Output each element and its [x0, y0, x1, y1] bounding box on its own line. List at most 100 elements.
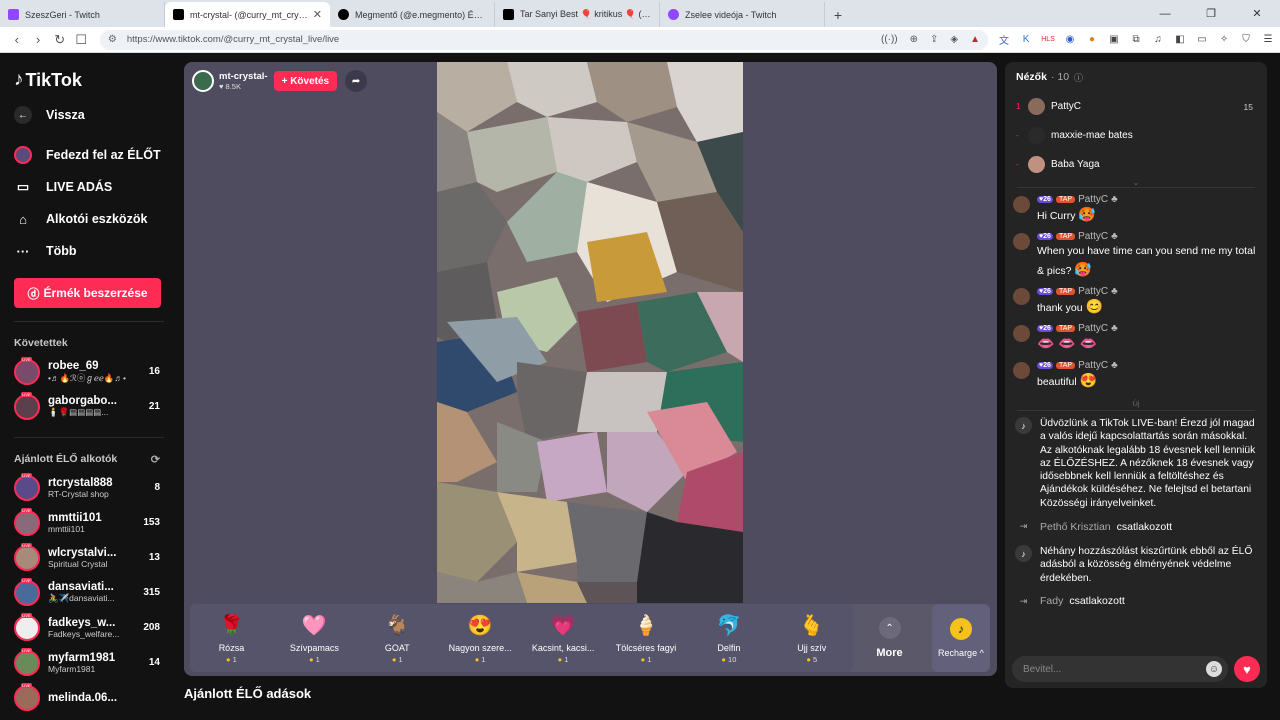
gift-item[interactable]: 💗 Kacsint, kacsi... ● 1 — [522, 604, 605, 672]
browser-tab-3[interactable]: Megmentő (@e.megmento) ÉLŐ adás — [330, 2, 495, 27]
gift-item[interactable]: 🌹 Rózsa ● 1 — [190, 604, 273, 672]
zoom-icon[interactable]: ⊕ — [910, 34, 918, 45]
reload-icon[interactable]: ↻ — [49, 32, 70, 48]
extension-icon[interactable]: K — [1020, 34, 1032, 46]
shield-icon[interactable]: ◈ — [950, 34, 958, 45]
join-username[interactable]: Pethő Krisztian — [1040, 521, 1111, 533]
viewer-row[interactable]: 1 PattyC 15 — [1005, 92, 1267, 121]
extension-icon[interactable]: ◉ — [1064, 34, 1076, 46]
chevron-down-icon[interactable]: ⌄ — [1005, 179, 1267, 187]
browser-tab-4[interactable]: Tar Sanyi Best 🎈 kritikus 🎈 (@szop — [495, 2, 660, 27]
warning-icon[interactable]: ▲ — [970, 34, 980, 45]
creator-row[interactable]: LIVE mmttii101 mmttii101 153 — [14, 505, 160, 540]
creator-name: fadkeys_w... — [48, 616, 116, 629]
viewer-name: Baba Yaga — [1051, 159, 1100, 170]
new-tab-button[interactable]: + — [825, 2, 851, 27]
creator-row[interactable]: LIVE wlcrystalvi... Spiritual Crystal 13 — [14, 540, 160, 575]
creator-row[interactable]: LIVE fadkeys_w... Fadkeys_welfare... 208 — [14, 610, 160, 645]
follow-button[interactable]: + Követés — [273, 71, 338, 91]
close-window-icon[interactable]: ✕ — [1234, 0, 1280, 27]
menu-icon[interactable]: ☰ — [1262, 34, 1274, 46]
forward-icon[interactable]: › — [27, 32, 48, 47]
chat-username[interactable]: PattyC — [1078, 231, 1108, 242]
share-icon[interactable]: ➦ — [345, 70, 368, 92]
music-icon[interactable]: ♫ — [1152, 34, 1164, 46]
gift-item[interactable]: 🩷 Szívpamacs ● 1 — [273, 604, 356, 672]
avatar[interactable] — [1013, 288, 1030, 305]
avatar: LIVE — [14, 391, 40, 420]
nav-creator-tools[interactable]: ⌂ Alkotói eszközök — [14, 203, 178, 235]
avatar[interactable] — [1013, 325, 1030, 342]
translate-icon[interactable]: 文 — [998, 34, 1010, 47]
chat-input[interactable]: Bevitel... ☺ — [1012, 656, 1228, 682]
avatar[interactable] — [1013, 233, 1030, 250]
join-username[interactable]: Fady — [1040, 595, 1063, 607]
bookmark-icon[interactable]: ☐ — [70, 32, 91, 48]
gift-item[interactable]: 😍 Nagyon szere... ● 1 — [439, 604, 522, 672]
creator-row[interactable]: LIVE melinda.06... — [14, 680, 160, 715]
nav-back[interactable]: ← Vissza — [14, 99, 178, 131]
recharge-button[interactable]: ♪ Recharge ^ — [931, 604, 990, 672]
live-player[interactable]: mt-crystal- ♥ 8.5K + Követés ➦ 🌹 Rózsa ● 1… — [184, 62, 997, 676]
gift-item[interactable]: 🍦 Tölcséres fagyi ● 1 — [605, 604, 688, 672]
avatar[interactable] — [1013, 196, 1030, 213]
extension-icon[interactable]: ⧉ — [1130, 34, 1142, 46]
gift-name: Nagyon szere... — [448, 642, 512, 653]
creator-row[interactable]: LIVE robee_69 •♬🔥ℛⓞℊℯℯ🔥♬• 16 — [14, 354, 160, 389]
minimize-icon[interactable]: — — [1142, 0, 1188, 27]
host-text: mt-crystal- ♥ 8.5K — [214, 71, 268, 91]
chat-username[interactable]: PattyC — [1078, 194, 1108, 205]
gift-icon: 🐐 — [384, 614, 410, 637]
browser-tab-2[interactable]: mt-crystal- (@curry_mt_crystal_live) ✕ — [165, 2, 330, 27]
tiktok-logo[interactable]: ♪ TikTok — [14, 69, 178, 91]
live-badge: LIVE — [21, 542, 32, 548]
viewer-rank: - — [1016, 160, 1019, 169]
url-field[interactable]: ⚙ https://www.tiktok.com/@curry_mt_cryst… — [99, 29, 989, 50]
video-camera-icon: ▭ — [16, 179, 30, 194]
back-icon[interactable]: ‹ — [6, 32, 27, 47]
creator-row[interactable]: LIVE gaborgabo... 🕯️🌹▤▤▤▤... 21 — [14, 389, 160, 424]
creator-name: melinda.06... — [48, 691, 118, 704]
get-coins-button[interactable]: ⓓ Érmék beszerzése — [14, 278, 161, 308]
avatar: LIVE — [14, 542, 40, 571]
emoji-icon[interactable]: ☺ — [1206, 661, 1222, 677]
ai-icon[interactable]: ✧ — [1218, 34, 1230, 46]
browser-tab-5[interactable]: Zselee videója - Twitch — [660, 2, 825, 27]
share-icon[interactable]: ⇪ — [930, 34, 938, 45]
creator-row[interactable]: LIVE rtcrystal888 RT-Crystal shop 8 — [14, 470, 160, 505]
chat-list: ♥26 TAP PattyC ♣ Hi Curry 🥵 ♥26 TAP PattyC ♣ When… — [1005, 194, 1267, 391]
extension-icon[interactable]: ▣ — [1108, 34, 1120, 46]
vpn-icon[interactable]: ⛉ — [1240, 34, 1252, 46]
heart-icon[interactable]: ♥ — [1234, 656, 1260, 682]
gift-item[interactable]: 🫰 Ujj szív ● 5 — [770, 604, 853, 672]
close-tab-icon[interactable]: ✕ — [313, 8, 322, 21]
live-video[interactable] — [437, 62, 743, 603]
sidebar-icon[interactable]: ◧ — [1174, 34, 1186, 46]
chat-username[interactable]: PattyC — [1078, 323, 1108, 334]
nav-more[interactable]: ··· Több — [14, 235, 178, 267]
wallet-icon[interactable]: ▭ — [1196, 34, 1208, 46]
host-name[interactable]: mt-crystal- — [219, 71, 268, 82]
info-icon[interactable]: ⓘ — [1074, 71, 1083, 84]
more-gifts-button[interactable]: ⌃ More — [853, 604, 926, 672]
nav-explore-live[interactable]: Fedezd fel az ÉLŐT — [14, 139, 178, 171]
extension-icon[interactable]: ● — [1086, 34, 1098, 46]
site-info-icon[interactable]: ⚙ — [108, 34, 117, 45]
chat-username[interactable]: PattyC — [1078, 286, 1108, 297]
gift-item[interactable]: 🐐 GOAT ● 1 — [356, 604, 439, 672]
viewer-name: PattyC — [1051, 101, 1082, 112]
host-avatar[interactable] — [192, 70, 214, 92]
chat-username[interactable]: PattyC — [1078, 360, 1108, 371]
browser-tab-1[interactable]: SzeszGeri - Twitch — [0, 2, 165, 27]
viewer-row[interactable]: - maxxie-mae bates — [1005, 121, 1267, 150]
maximize-icon[interactable]: ❐ — [1188, 0, 1234, 27]
nav-live[interactable]: ▭ LIVE ADÁS — [14, 171, 178, 203]
gift-item[interactable]: 🐬 Delfin ● 10 — [687, 604, 770, 672]
cast-icon[interactable]: ((·)) — [881, 34, 898, 45]
creator-row[interactable]: LIVE dansaviati... 🚴✈️dansaviati... 315 — [14, 575, 160, 610]
creator-row[interactable]: LIVE myfarm1981 Myfarm1981 14 — [14, 645, 160, 680]
hls-icon[interactable]: HLS — [1041, 34, 1055, 46]
refresh-icon[interactable]: ⟳ — [151, 453, 160, 466]
viewer-row[interactable]: - Baba Yaga — [1005, 150, 1267, 179]
avatar[interactable] — [1013, 362, 1030, 379]
